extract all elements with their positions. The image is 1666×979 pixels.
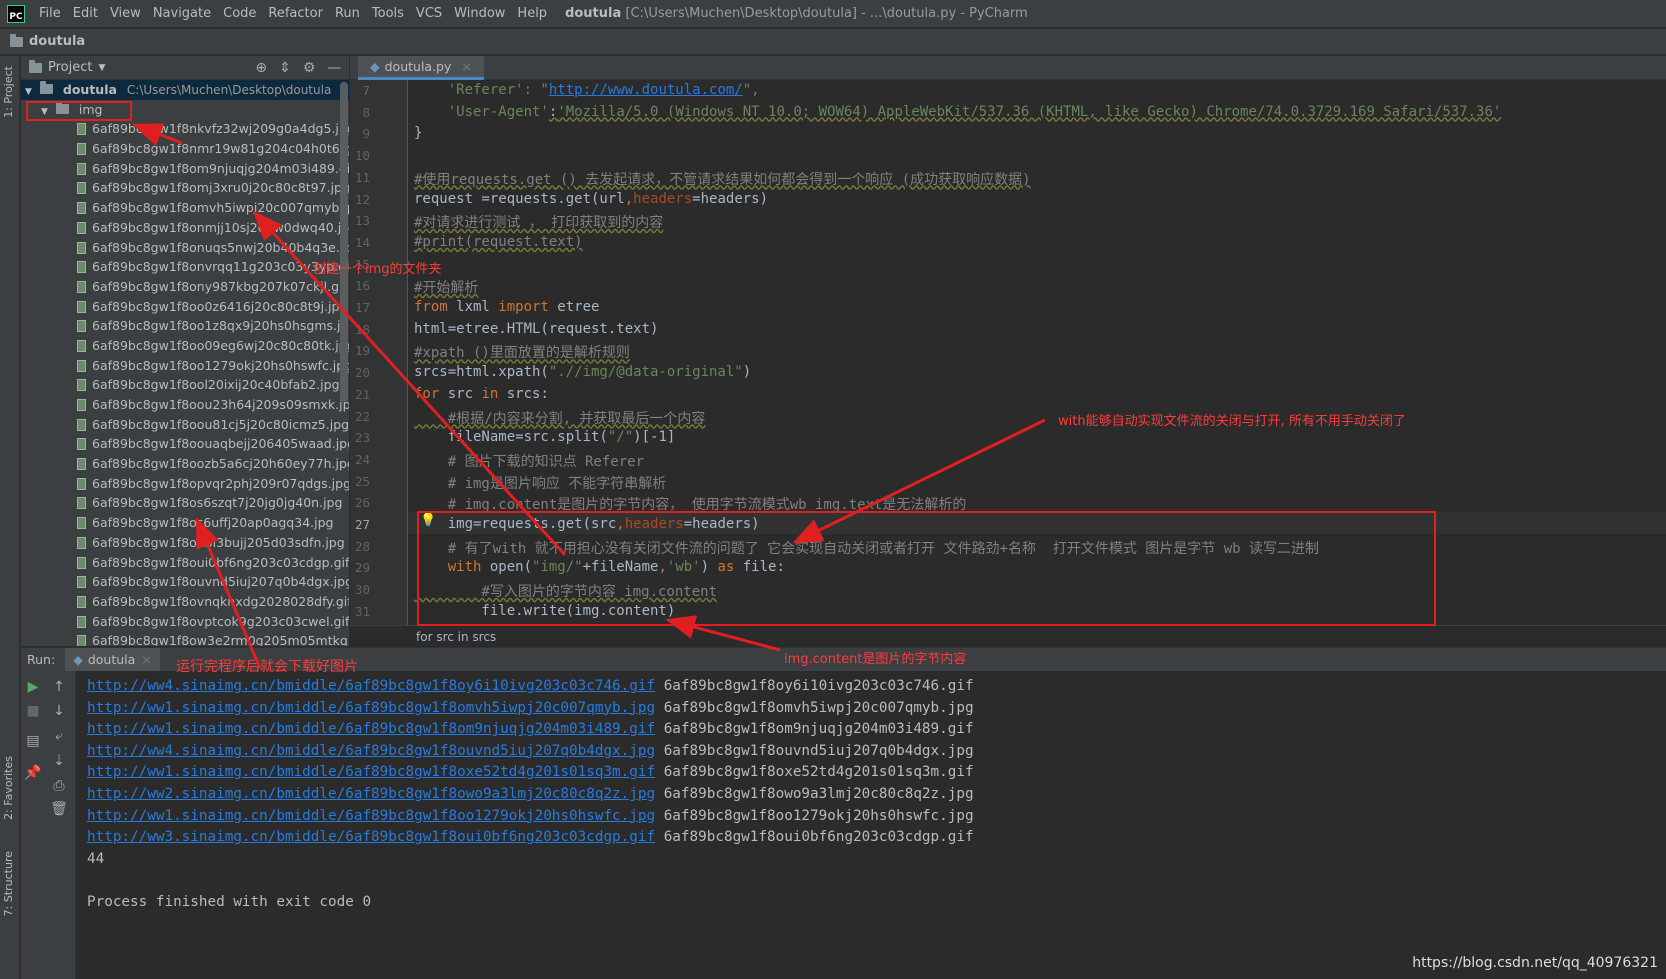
arrow-to-write-line <box>665 615 781 652</box>
arrow-to-downloaded-file-1 <box>252 210 567 557</box>
arrow-to-with-comment <box>792 418 1046 544</box>
arrow-to-img-folder <box>132 123 183 146</box>
arrow-to-downloaded-file-2 <box>195 517 262 669</box>
annotation-arrows <box>132 123 1046 669</box>
